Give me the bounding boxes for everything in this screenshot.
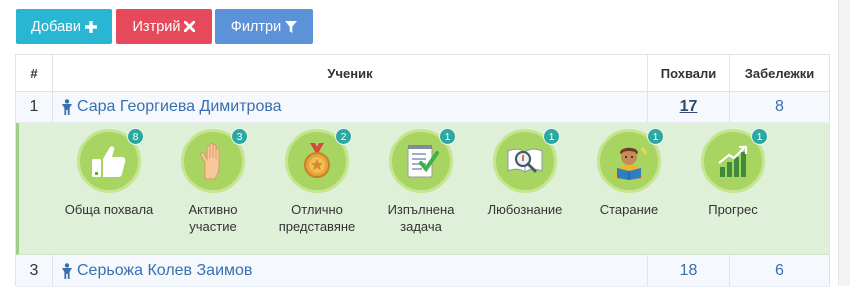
header-praises: Похвали [648,55,730,91]
badge-active-participation[interactable]: 3 Активно участие [163,128,263,235]
badge-count: 1 [751,128,768,145]
student-name-link[interactable]: Сара Георгиева Димитрова [77,98,282,116]
close-icon [184,21,196,32]
badge-circle: 2 [285,128,352,193]
badge-circle: 3 [181,128,248,193]
badge-count: 1 [647,128,664,145]
praises-detail-row: 8 Обща похвала 3 Активно участие 2 Отлич… [16,123,829,255]
row-number: 3 [16,255,53,286]
badge-count: 8 [127,128,144,145]
badge-count: 2 [335,128,352,145]
badge-count: 1 [439,128,456,145]
praises-count-link[interactable]: 17 [680,98,698,116]
badge-general-praise[interactable]: 8 Обща похвала [59,128,159,218]
badge-circle: 1 [597,128,664,193]
thumbs-up-icon [92,146,126,177]
plus-icon [84,20,97,33]
notes-count-link[interactable]: 6 [775,262,784,280]
badge-diligence[interactable]: 1 Старание [579,128,679,218]
delete-button-label: Изтрий [132,18,181,35]
student-name-cell: Серьожа Колев Заимов [53,255,648,286]
add-button[interactable]: Добави [16,9,112,44]
notes-cell: 8 [730,92,829,122]
praises-count-link[interactable]: 18 [680,262,698,280]
table-header: # Ученик Похвали Забележки [16,55,829,92]
notes-cell: 6 [730,255,829,286]
praises-cell: 17 [648,92,730,122]
magnifier-book-icon [507,148,543,173]
raised-hand-icon [200,143,220,180]
vertical-scrollbar[interactable] [838,0,850,286]
badge-circle: 1 [493,128,560,193]
badge-label: Изпълнена задача [387,202,455,234]
student-name-cell: Сара Георгиева Димитрова [53,92,648,122]
student-icon [62,99,72,115]
badge-label: Активно участие [188,202,238,234]
delete-button[interactable]: Изтрий [116,9,212,44]
badge-circle: 1 [389,128,456,193]
growth-chart-icon [718,145,748,177]
badge-label: Отлично представяне [278,202,356,234]
badge-progress[interactable]: 1 Прогрес [683,128,783,218]
badge-count: 3 [231,128,248,145]
header-notes: Забележки [744,65,815,81]
add-button-label: Добави [31,18,81,35]
badge-label: Обща похвала [64,202,154,217]
badge-count: 1 [543,128,560,145]
student-icon [62,262,72,279]
filter-button[interactable]: Филтри [215,9,313,44]
badge-circle: 1 [701,128,768,193]
badge-curiosity[interactable]: 1 Любознание [475,128,575,218]
reading-student-icon [615,147,647,180]
badge-label: Любознание [487,202,563,217]
student-name-link[interactable]: Серьожа Колев Заимов [77,262,252,280]
header-student: Ученик [53,55,648,91]
header-number: # [16,55,53,91]
notes-count-link[interactable]: 8 [775,98,784,116]
badge-excellent-performance[interactable]: 2 Отлично представяне [267,128,367,235]
table-row[interactable]: 1 Сара Георгиева Димитрова 17 8 [16,92,829,123]
badge-label: Прогрес [708,202,758,217]
badge-completed-task[interactable]: 1 Изпълнена задача [371,128,471,235]
row-number: 1 [16,92,53,122]
medal-icon [304,143,330,178]
badge-label: Старание [599,202,659,217]
checked-task-icon [407,145,439,178]
praises-cell: 18 [648,255,730,286]
filter-button-label: Филтри [230,18,282,35]
funnel-icon [285,20,298,33]
badge-circle: 8 [77,128,144,193]
table-row[interactable]: 3 Серьожа Колев Заимов 18 6 [16,255,829,287]
students-table: # Ученик Похвали Забележки 1 Сара Георги… [15,54,830,287]
